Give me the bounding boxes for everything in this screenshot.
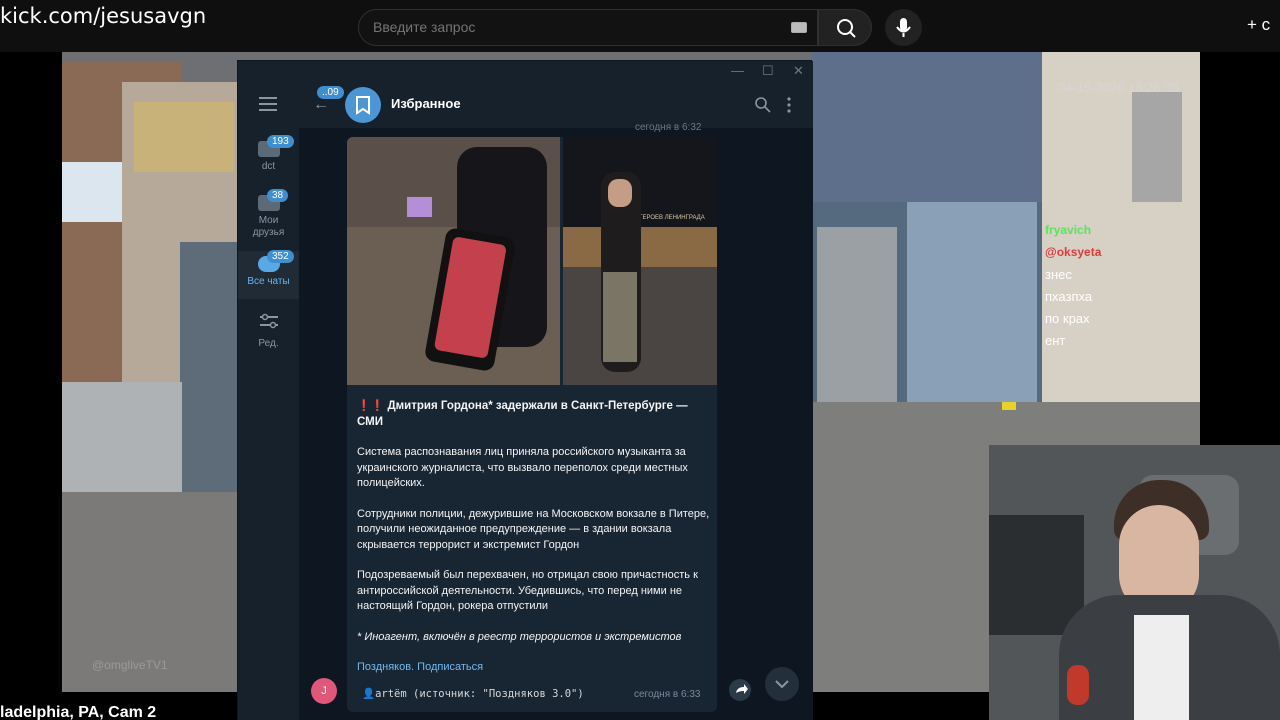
folder-label: Все чаты [247, 276, 290, 287]
post-paragraph: Система распознавания лиц приняла россий… [357, 446, 688, 489]
post-headline: Дмитрия Гордона* задержали в Санкт-Петер… [357, 400, 688, 428]
menu-icon[interactable] [259, 97, 277, 111]
post-photo-left[interactable] [347, 137, 560, 385]
saved-messages-avatar[interactable] [345, 87, 381, 123]
chat-message: по крах [1045, 311, 1090, 326]
bookmark-icon [356, 96, 370, 115]
folder-label: Мои друзья [252, 215, 285, 238]
more-menu-icon[interactable] [785, 96, 793, 114]
keyboard-icon[interactable] [791, 22, 807, 33]
exclamation-icon: ❗❗ [357, 400, 385, 412]
scroll-down-button[interactable] [765, 667, 799, 701]
post-footnote: * Иноагент, включён в реестр террористов… [357, 630, 682, 643]
folder-label: Ред. [258, 338, 279, 349]
folder-all-chats[interactable]: 352 Все чаты [238, 250, 299, 299]
search-icon[interactable] [754, 96, 772, 114]
create-button[interactable]: + c [1247, 15, 1270, 35]
chat-message: знес [1045, 267, 1072, 282]
user-avatar[interactable]: J [311, 678, 337, 704]
folder-edit[interactable]: Ред. [238, 313, 299, 350]
stream-screen: 04-15-2026 18:26:35 @omgliveTV1 ladelphi… [0, 0, 1280, 720]
camera-watermark: @omgliveTV1 [92, 658, 168, 672]
unread-badge: 352 [267, 250, 294, 263]
photo-sign-text: ГЕРОЕВ ЛЕНИНГРАДА [639, 215, 705, 221]
chat-header: ← ..09 Избранное [299, 83, 813, 129]
chat-title: Избранное [391, 96, 461, 111]
sliders-icon [259, 313, 278, 329]
stream-url: kick.com/jesusavgn [0, 4, 207, 28]
chat-username[interactable]: fryavich [1045, 223, 1205, 245]
message-area: сегодня в 6:32 ГЕРОЕВ ЛЕНИНГРАДА ❗❗ Дмит… [299, 122, 813, 720]
telegram-window: — ☐ ✕ 193 dct 38 Мои друзья 352 Все чаты… [237, 60, 813, 720]
camera-caption: ladelphia, PA, Cam 2 [0, 704, 157, 720]
folder-friends[interactable]: 38 Мои друзья [238, 189, 299, 239]
chat-message: пхазпха [1045, 289, 1093, 304]
folder-label: dct [261, 161, 276, 172]
search-input[interactable] [373, 19, 773, 35]
post-photo-right[interactable]: ГЕРОЕВ ЛЕНИНГРАДА [563, 137, 717, 385]
search-icon [837, 19, 856, 38]
unread-badge: 38 [267, 189, 289, 202]
folder-dct[interactable]: 193 dct [238, 135, 299, 173]
chevron-down-icon [775, 680, 789, 689]
forward-button[interactable] [729, 679, 751, 701]
subscribe-link[interactable]: Поздняков. Подписаться [357, 660, 712, 676]
channel-post[interactable]: ГЕРОЕВ ЛЕНИНГРАДА ❗❗ Дмитрия Гордона* за… [347, 137, 717, 712]
close-icon[interactable]: ✕ [793, 63, 804, 79]
unread-badge: 193 [267, 135, 294, 148]
user-icon: 👤 [362, 688, 376, 700]
post-paragraph: Сотрудники полиции, дежурившие на Москов… [357, 507, 710, 551]
minimize-icon[interactable]: — [731, 63, 744, 78]
folder-sidebar: 193 dct 38 Мои друзья 352 Все чаты Ред. [238, 83, 299, 720]
post-paragraph: Подозреваемый был перехвачен, но отрицал… [357, 569, 698, 612]
date-header: сегодня в 6:32 [635, 122, 702, 133]
unread-badge: ..09 [317, 86, 344, 99]
microphone-icon [896, 18, 911, 37]
search-button[interactable] [818, 9, 872, 46]
maximize-icon[interactable]: ☐ [762, 63, 774, 79]
chat-message: ент [1045, 333, 1066, 348]
post-text: ❗❗ Дмитрия Гордона* задержали в Санкт-Пе… [357, 399, 712, 676]
chat-username[interactable]: @oksyeta [1045, 245, 1205, 267]
window-titlebar: — ☐ ✕ [238, 61, 813, 83]
stream-chat: fryavich @oksyeta знес пхазпха по крах е… [1045, 223, 1205, 355]
mic-button[interactable] [885, 9, 922, 46]
search-box[interactable] [358, 9, 818, 46]
camera-timestamp: 04-15-2026 18:26:35 [1058, 80, 1179, 95]
message-time: сегодня в 6:33 [634, 689, 701, 700]
forward-icon [736, 684, 748, 694]
webcam-feed [989, 445, 1280, 720]
browser-topbar: kick.com/jesusavgn + c [0, 0, 1280, 52]
sender-label: artëm (источник: "Поздняков 3.0") [375, 688, 584, 700]
